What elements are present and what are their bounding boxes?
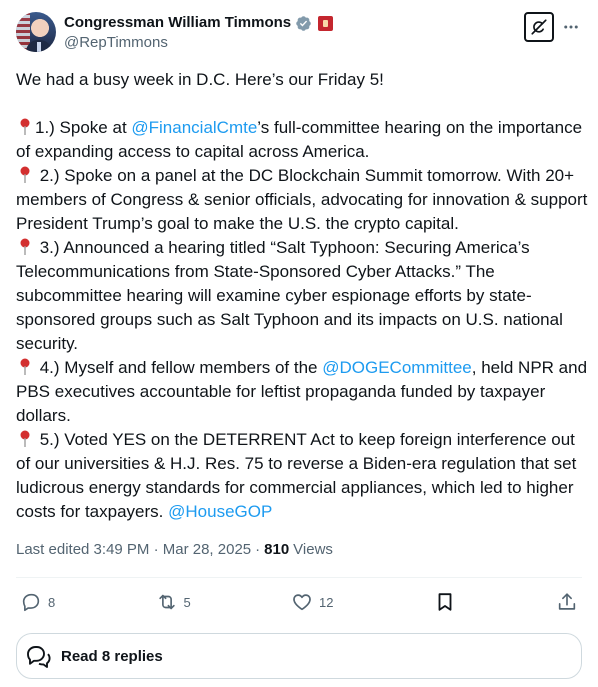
- mention-link[interactable]: @FinancialCmte: [131, 118, 257, 137]
- author-name-row: Congressman William Timmons: [64, 13, 334, 33]
- bookmark-icon: [438, 593, 452, 611]
- list-item: 2.) Spoke on a panel at the DC Blockchai…: [16, 166, 593, 233]
- views-count: 810: [264, 541, 290, 558]
- chat-bubbles-icon: [27, 646, 51, 668]
- tweet-meta: Last edited 3:49 PM · Mar 28, 2025 · 810…: [16, 540, 333, 560]
- list-item: 5.) Voted YES on the DETERRENT Act to ke…: [16, 430, 582, 521]
- tweet-intro: We had a busy week in D.C. Here’s our Fr…: [16, 70, 384, 89]
- mention-link[interactable]: @DOGECommittee: [322, 358, 472, 377]
- verified-badge-icon[interactable]: [295, 15, 312, 32]
- repost-count: 5: [183, 594, 191, 610]
- action-bar: 8 5 12: [16, 578, 582, 626]
- more-horizontal-icon[interactable]: [560, 16, 582, 38]
- edited-timestamp[interactable]: Last edited 3:49 PM · Mar 28, 2025: [16, 540, 251, 560]
- list-item: 1.) Spoke at @FinancialCmte’s full-commi…: [16, 118, 587, 161]
- reply-count: 8: [48, 594, 56, 610]
- list-item: 4.) Myself and fellow members of the @DO…: [16, 358, 592, 425]
- share-icon: [558, 593, 576, 610]
- reply-icon: [22, 593, 40, 612]
- read-replies-label: Read 8 replies: [61, 647, 163, 665]
- repost-button[interactable]: 5: [152, 584, 195, 620]
- round-pushpin-icon: [20, 118, 30, 135]
- author-display-name[interactable]: Congressman William Timmons: [64, 13, 291, 33]
- views-label: Views: [293, 541, 333, 558]
- round-pushpin-icon: [20, 166, 30, 183]
- reply-button[interactable]: 8: [16, 584, 59, 620]
- meta-separator: ·: [255, 541, 261, 558]
- avatar[interactable]: [16, 12, 56, 52]
- tweet-header: Congressman William Timmons @RepTimmons: [16, 12, 582, 54]
- round-pushpin-icon: [20, 430, 30, 447]
- round-pushpin-icon: [20, 238, 30, 255]
- mention-link[interactable]: @HouseGOP: [168, 502, 272, 521]
- repost-icon: [158, 594, 175, 610]
- list-item: 3.) Announced a hearing titled “Salt Typ…: [16, 238, 568, 353]
- like-count: 12: [319, 594, 334, 610]
- heart-icon: [293, 594, 311, 611]
- government-badge-icon[interactable]: [318, 15, 334, 31]
- tweet-text: We had a busy week in D.C. Here’s our Fr…: [16, 68, 588, 524]
- author-handle[interactable]: @RepTimmons: [64, 33, 168, 53]
- share-button[interactable]: [552, 584, 582, 620]
- read-replies-button[interactable]: Read 8 replies: [16, 633, 582, 679]
- round-pushpin-icon: [20, 358, 30, 375]
- bookmark-button[interactable]: [430, 584, 460, 620]
- grok-icon[interactable]: [524, 12, 554, 42]
- like-button[interactable]: 12: [287, 584, 337, 620]
